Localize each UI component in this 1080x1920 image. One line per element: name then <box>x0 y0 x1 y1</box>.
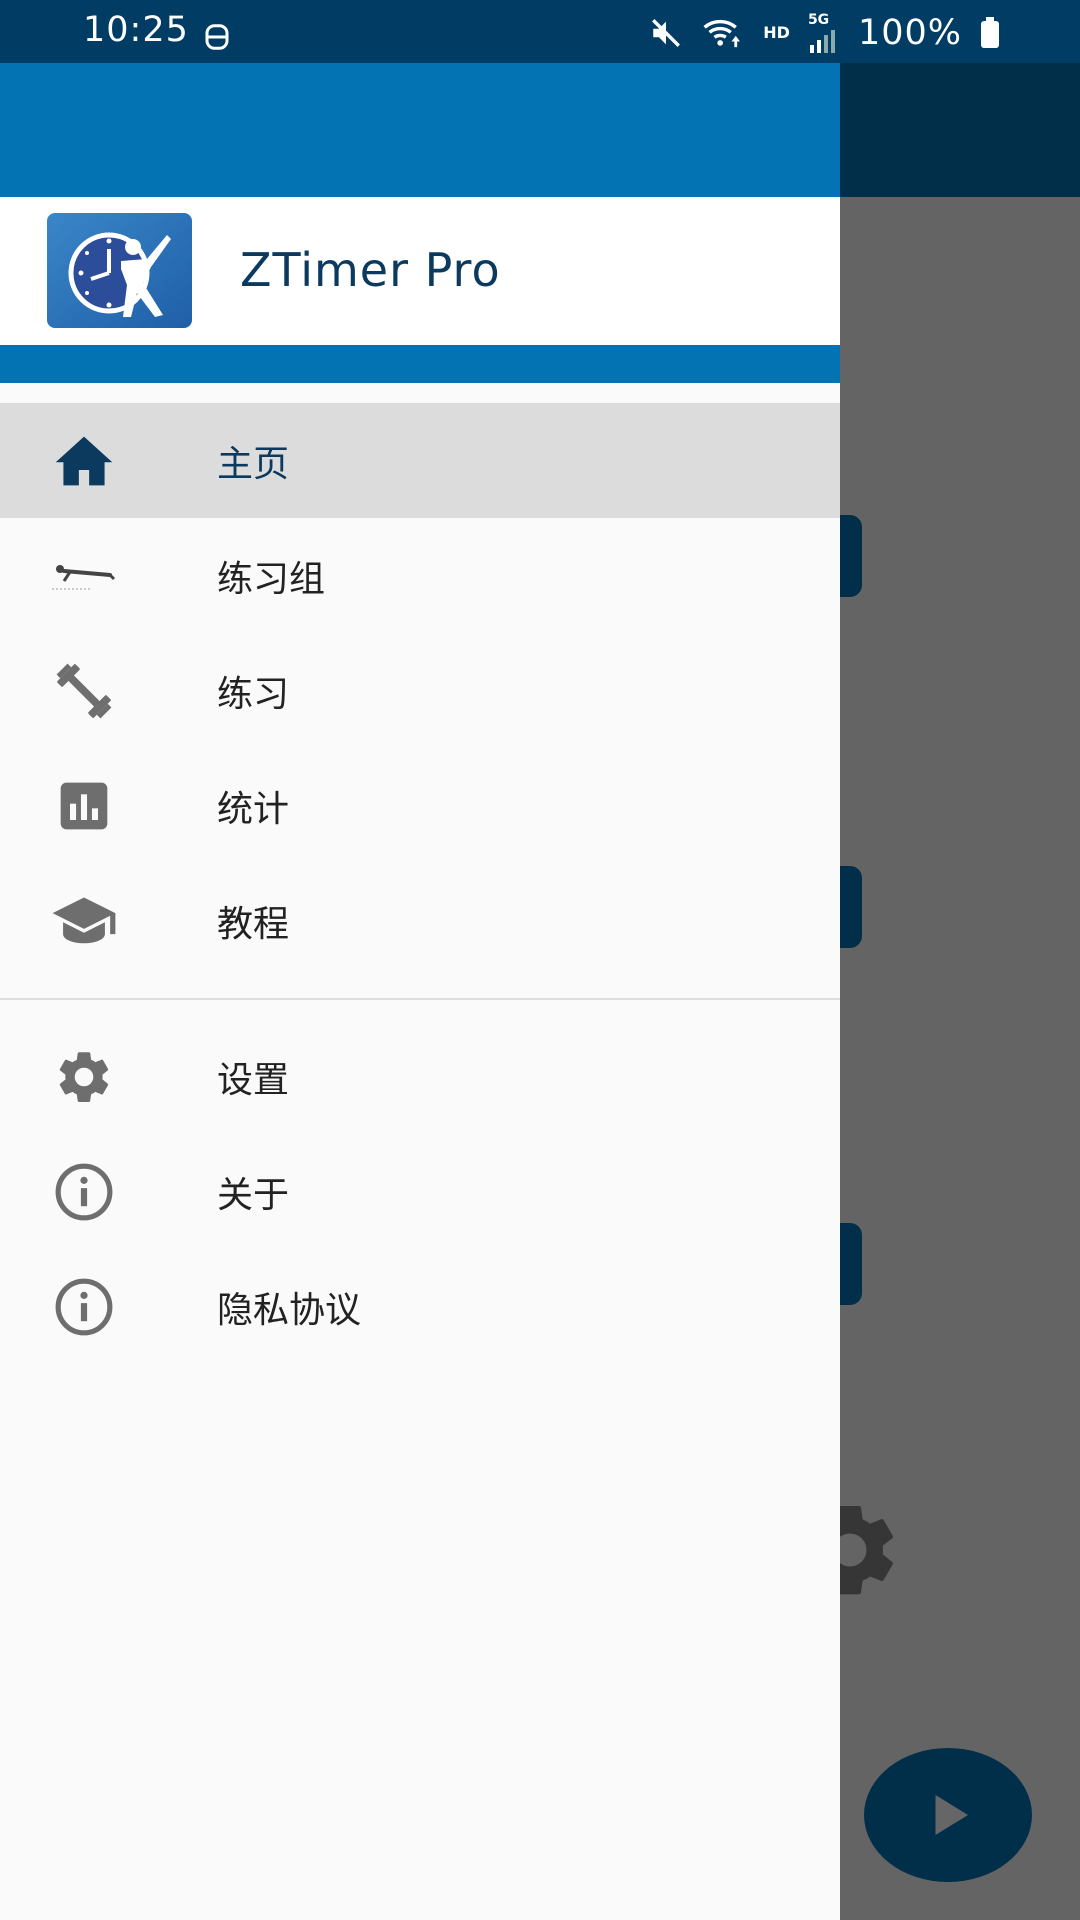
wifi-icon <box>703 19 741 47</box>
status-bar: 10:25 HD 5G 100% <box>0 0 1080 63</box>
menu-item-label: 教程 <box>217 903 290 945</box>
drawer-header-band <box>0 63 840 197</box>
menu-item-label: 关于 <box>217 1174 290 1216</box>
dumbbell-icon <box>50 657 118 725</box>
menu-item-privacy-policy[interactable]: 隐私协议 <box>0 1249 840 1364</box>
network-type: 5G <box>807 11 830 28</box>
hd-indicator: HD <box>763 23 790 42</box>
gear-icon <box>50 1043 118 1111</box>
bar-chart-icon <box>50 772 118 840</box>
battery-percentage: 100% <box>857 12 962 53</box>
info-icon <box>50 1273 118 1341</box>
graduation-cap-icon <box>50 887 118 955</box>
menu-item-exercises[interactable]: 练习 <box>0 633 840 748</box>
cell-signal: 5G <box>808 13 840 53</box>
menu-item-statistics[interactable]: 统计 <box>0 748 840 863</box>
battery-icon <box>981 16 999 48</box>
info-icon <box>50 1158 118 1226</box>
menu-divider <box>0 998 840 1000</box>
drawer-header-band <box>0 345 840 383</box>
menu-item-label: 练习 <box>217 673 290 715</box>
menu-item-label: 隐私协议 <box>217 1289 362 1331</box>
status-time: 10:25 <box>83 10 189 50</box>
menu-item-settings[interactable]: 设置 <box>0 1019 840 1134</box>
menu-item-label: 练习组 <box>217 558 326 600</box>
app-title: ZTimer Pro <box>240 243 501 297</box>
navigation-drawer: ZTimer Pro 主页 练习组 练习 统计 教程 设置 关于 隐私协议 <box>0 63 840 1920</box>
menu-item-about[interactable]: 关于 <box>0 1134 840 1249</box>
signal-icon <box>809 29 835 53</box>
app-logo-icon <box>47 213 192 328</box>
notification-icon <box>205 24 229 50</box>
mute-icon <box>652 18 681 47</box>
status-icons: HD 5G 100% <box>649 10 1000 55</box>
menu-item-home[interactable]: 主页 <box>0 403 840 518</box>
plank-exercise-icon <box>50 542 118 610</box>
home-icon <box>50 427 118 495</box>
menu-item-label: 设置 <box>217 1059 290 1101</box>
menu-item-tutorial[interactable]: 教程 <box>0 863 840 978</box>
menu-item-label: 主页 <box>217 443 290 485</box>
menu-item-workout-groups[interactable]: 练习组 <box>0 518 840 633</box>
menu-item-label: 统计 <box>217 788 290 830</box>
